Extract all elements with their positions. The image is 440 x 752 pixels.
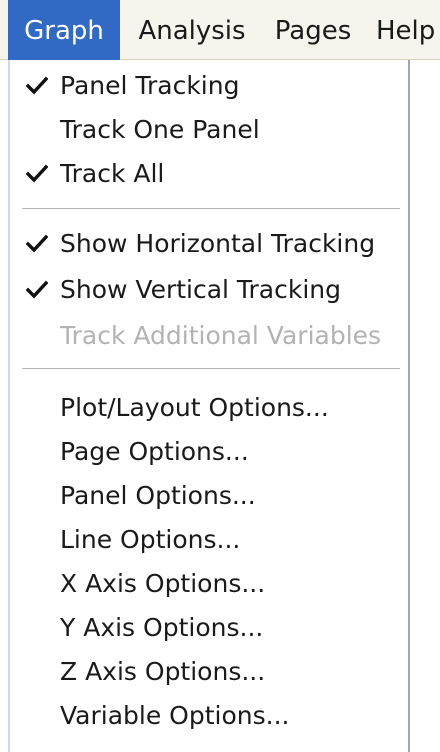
menu-item-label: Page Options... <box>60 437 249 466</box>
menu-bar: Graph Analysis Pages Help <box>0 0 440 60</box>
menu-item-label: Track Additional Variables <box>60 321 382 350</box>
menu-separator <box>22 368 400 370</box>
menu-item-label: X Axis Options... <box>60 569 266 598</box>
menu-item-label: Track One Panel <box>60 115 260 144</box>
menu-item-label: Show Vertical Tracking <box>60 275 342 304</box>
menu-item-label: Z Axis Options... <box>60 657 266 686</box>
menu-analysis[interactable]: Analysis <box>130 0 254 60</box>
menu-item-plot-layout-options[interactable]: Plot/Layout Options... <box>10 386 408 430</box>
menu-graph[interactable]: Graph <box>8 0 120 60</box>
menu-item-label: Panel Options... <box>60 481 256 510</box>
menu-item-z-axis-options[interactable]: Z Axis Options... <box>10 650 408 694</box>
menu-item-x-axis-options[interactable]: X Axis Options... <box>10 562 408 606</box>
menu-item-panel-tracking[interactable]: Panel Tracking <box>10 64 408 108</box>
menu-item-track-one-panel[interactable]: Track One Panel <box>10 108 408 152</box>
menu-item-label: Show Horizontal Tracking <box>60 229 376 258</box>
check-icon <box>26 234 48 253</box>
menu-separator <box>22 208 400 210</box>
menu-item-page-options[interactable]: Page Options... <box>10 430 408 474</box>
menu-item-label: Panel Tracking <box>60 71 240 100</box>
menu-item-variable-options[interactable]: Variable Options... <box>10 694 408 738</box>
menu-item-track-all[interactable]: Track All <box>10 152 408 196</box>
menu-help[interactable]: Help <box>376 0 440 60</box>
check-icon <box>26 280 48 299</box>
app-frame: Graph Analysis Pages Help Panel Tracking… <box>0 0 440 752</box>
menu-item-panel-options[interactable]: Panel Options... <box>10 474 408 518</box>
menu-item-show-vertical-tracking[interactable]: Show Vertical Tracking <box>10 268 408 312</box>
menu-pages[interactable]: Pages <box>266 0 360 60</box>
menu-item-label: Line Options... <box>60 525 241 554</box>
menu-item-label: Variable Options... <box>60 701 290 730</box>
check-icon <box>26 76 48 95</box>
graph-dropdown-menu: Panel Tracking Track One Panel Track All… <box>8 60 410 752</box>
menu-item-line-options[interactable]: Line Options... <box>10 518 408 562</box>
menu-item-label: Track All <box>60 159 165 188</box>
menu-item-y-axis-options[interactable]: Y Axis Options... <box>10 606 408 650</box>
menu-item-show-horizontal-tracking[interactable]: Show Horizontal Tracking <box>10 222 408 266</box>
menu-item-track-additional-variables: Track Additional Variables <box>10 314 408 358</box>
menu-item-label: Y Axis Options... <box>60 613 264 642</box>
menu-item-label: Plot/Layout Options... <box>60 393 329 422</box>
check-icon <box>26 164 48 183</box>
